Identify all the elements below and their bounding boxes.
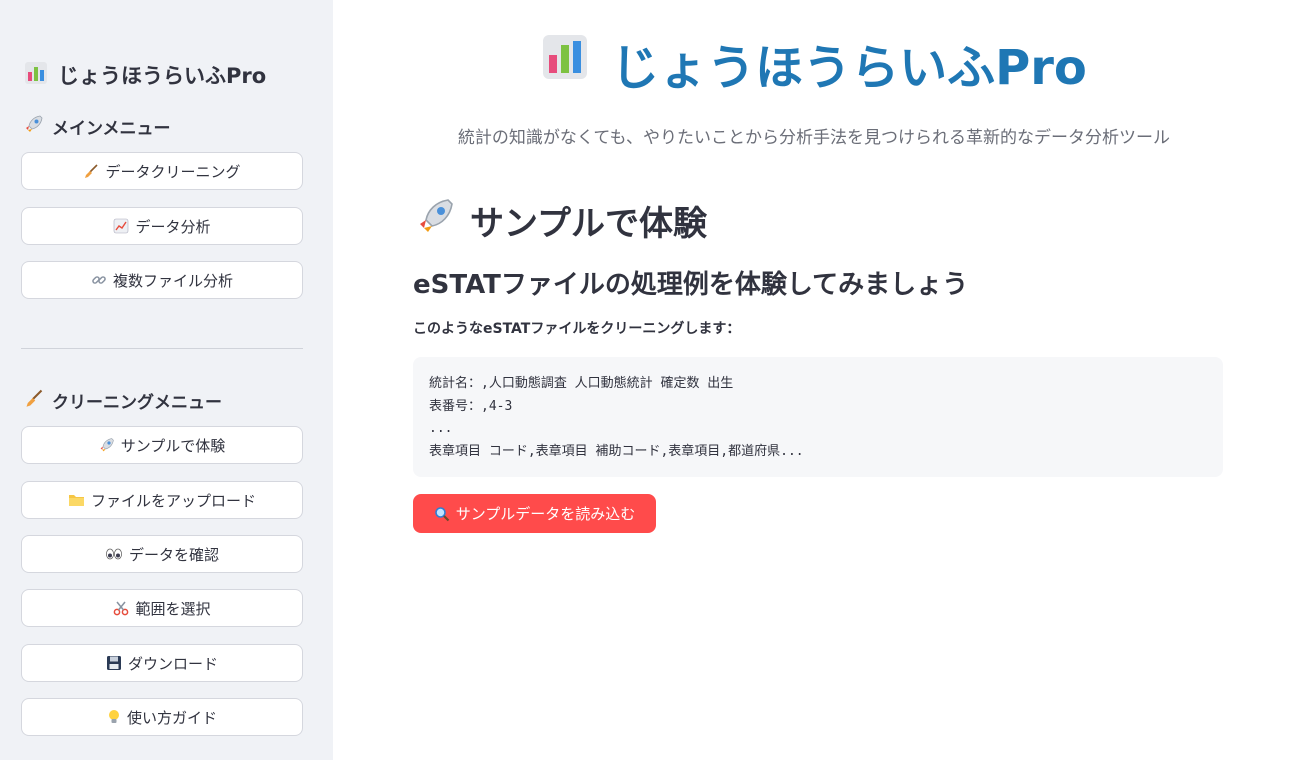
code-line: 表章項目 コード,表章項目 補助コード,表章項目,都道府県... (429, 443, 804, 459)
sidebar-item-usage-guide[interactable]: 使い方ガイド (21, 698, 303, 736)
sidebar-item-data-analysis[interactable]: データ分析 (21, 207, 303, 245)
sidebar-item-upload-file[interactable]: ファイルをアップロード (21, 481, 303, 519)
scissors-icon (113, 600, 129, 616)
sidebar: じょうほうらいふPro メインメニュー データクリーニング データ分析 複数ファ… (0, 0, 333, 760)
sidebar-item-check-data[interactable]: データを確認 (21, 535, 303, 573)
eyes-icon (105, 547, 123, 561)
rocket-icon (99, 437, 115, 453)
description-text: このようなeSTATファイルをクリーニングします： (413, 321, 741, 337)
page-title: じょうほうらいふPro (333, 28, 1295, 98)
sidebar-divider (21, 348, 303, 349)
rocket-icon (24, 114, 44, 139)
code-block: 統計名：,人口動態調査 人口動態統計 確定数 出生 表番号：,4-3 ... 表… (413, 357, 1223, 477)
sidebar-item-multi-file-analysis[interactable]: 複数ファイル分析 (21, 261, 303, 299)
sidebar-title-text: じょうほうらいふPro (58, 64, 267, 88)
sidebar-item-download[interactable]: ダウンロード (21, 644, 303, 682)
broom-icon (24, 388, 44, 413)
sidebar-item-try-sample[interactable]: サンプルで体験 (21, 426, 303, 464)
section-heading: サンプルで体験 (416, 196, 707, 245)
folder-icon (68, 492, 85, 508)
cleaning-menu-heading: クリーニングメニュー (24, 388, 222, 413)
page-subtitle: 統計の知識がなくても、やりたいことから分析手法を見つけられる革新的なデータ分析ツ… (457, 128, 1171, 148)
code-line: 統計名：,人口動態調査 人口動態統計 確定数 出生 (429, 376, 734, 391)
sidebar-title: じょうほうらいふPro (24, 60, 266, 90)
load-sample-data-button[interactable]: サンプルデータを読み込む (413, 494, 656, 533)
sub-heading: eSTATファイルの処理例を体験してみましょう (413, 270, 969, 300)
floppy-disk-icon (106, 655, 122, 671)
code-line: ... (429, 421, 453, 436)
code-line: 表番号：,4-3 (429, 398, 513, 414)
sidebar-item-data-cleaning[interactable]: データクリーニング (21, 152, 303, 190)
main-menu-heading: メインメニュー (24, 114, 171, 139)
line-chart-icon (113, 218, 129, 234)
rocket-icon (416, 196, 456, 245)
lightbulb-icon (107, 709, 121, 725)
page-title-text: じょうほうらいふPro (611, 40, 1087, 96)
magnifier-icon (434, 506, 450, 522)
broom-icon (83, 163, 99, 179)
sidebar-item-select-range[interactable]: 範囲を選択 (21, 589, 303, 627)
link-icon (91, 272, 107, 288)
bar-chart-icon (24, 61, 48, 90)
bar-chart-icon (541, 33, 589, 93)
